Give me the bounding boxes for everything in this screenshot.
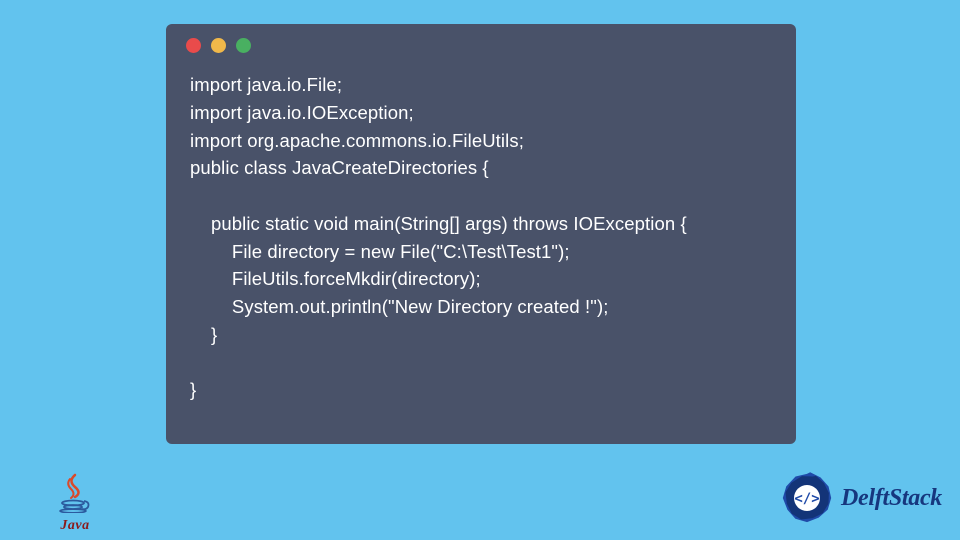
delftstack-logo: </> DelftStack xyxy=(779,470,942,526)
code-block: import java.io.File; import java.io.IOEx… xyxy=(166,71,796,404)
close-icon[interactable] xyxy=(186,38,201,53)
maximize-icon[interactable] xyxy=(236,38,251,53)
java-logo-text: Java xyxy=(50,518,100,534)
code-window: import java.io.File; import java.io.IOEx… xyxy=(166,24,796,444)
delftstack-badge-icon: </> xyxy=(779,470,835,526)
java-cup-icon xyxy=(58,473,92,513)
java-logo: Java xyxy=(50,473,100,534)
window-titlebar xyxy=(166,38,796,53)
svg-text:</>: </> xyxy=(794,491,819,507)
minimize-icon[interactable] xyxy=(211,38,226,53)
delftstack-logo-text: DelftStack xyxy=(841,485,942,512)
